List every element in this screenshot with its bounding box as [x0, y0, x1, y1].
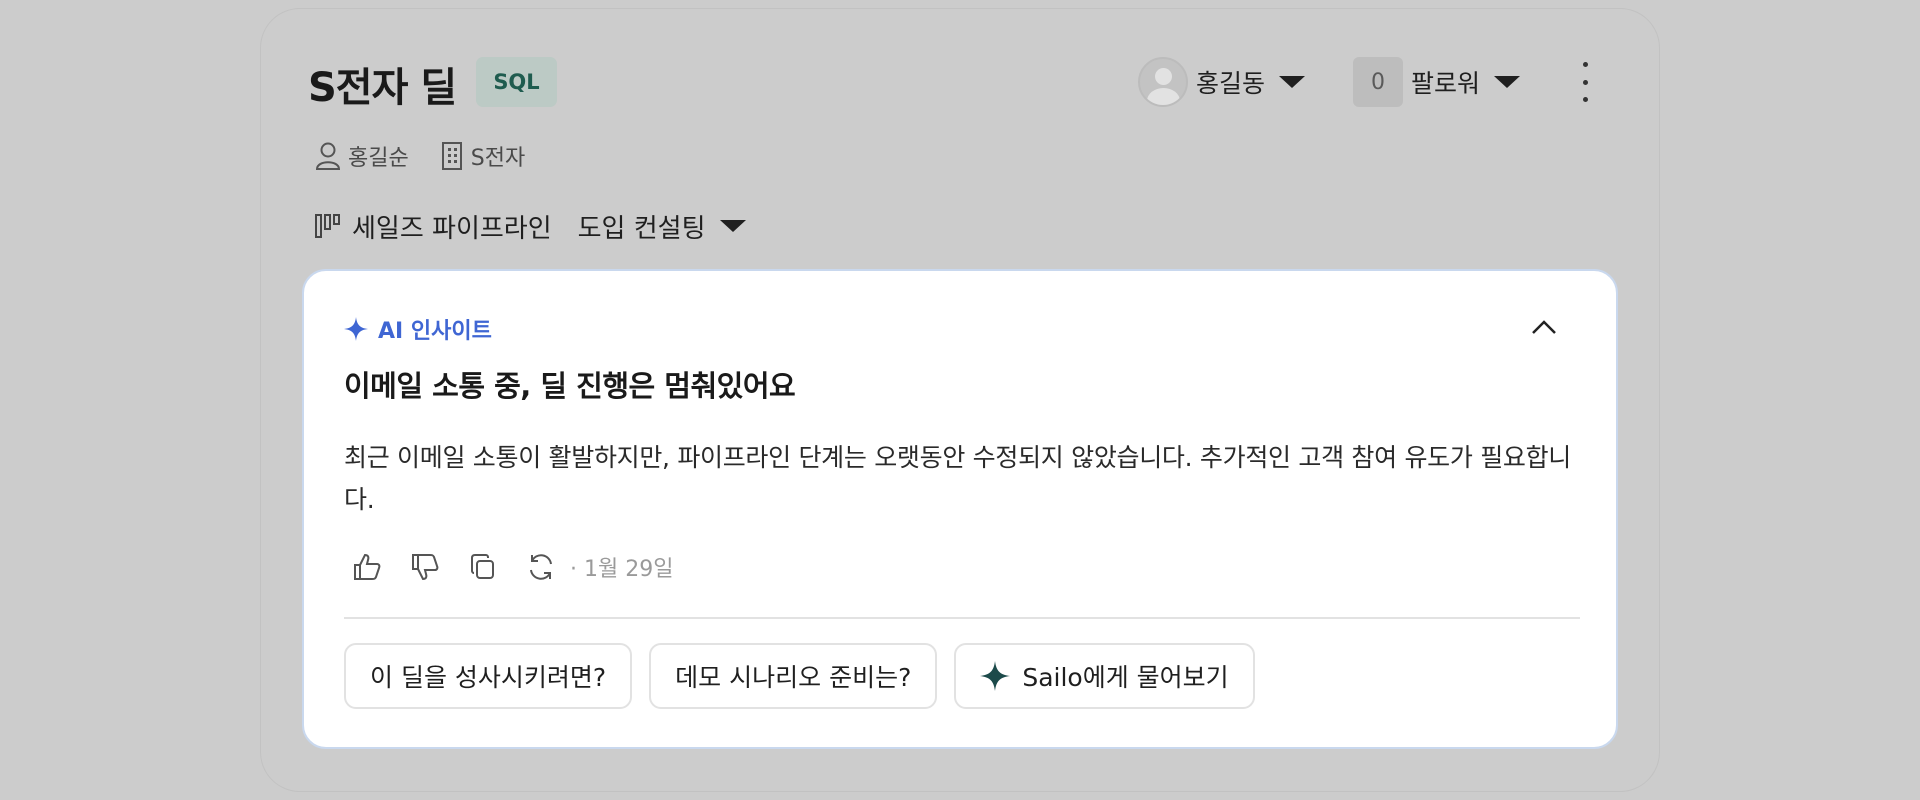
contact-name: 홍길순: [348, 146, 409, 171]
ai-insight-card: AI 인사이트 이메일 소통 중, 딜 진행은 멈춰있어요 최근 이메일 소통이…: [302, 269, 1618, 749]
chevron-down-icon: [1279, 76, 1306, 88]
suggestion-chip-demo[interactable]: 데모 시나리오 준비는?: [649, 643, 938, 709]
sparkle-icon: [344, 317, 368, 341]
followers-label: 팔로워: [1411, 69, 1481, 98]
building-icon: [441, 142, 462, 170]
stage-label: 도입 컨설팅: [577, 213, 706, 244]
avatar-icon: [1138, 57, 1188, 107]
ai-insight-label: AI 인사이트: [344, 313, 492, 345]
chevron-down-icon: [1494, 76, 1521, 88]
sparkle-icon: [980, 661, 1011, 691]
feedback-actions: · 1월 29일: [350, 547, 673, 587]
owner-name: 홍길동: [1196, 69, 1266, 98]
pipeline-name: 세일즈 파이프라인: [352, 213, 552, 244]
insight-body: 최근 이메일 소통이 활발하지만, 파이프라인 단계는 오랫동안 수정되지 않았…: [344, 443, 1572, 514]
thumbs-up-icon[interactable]: [350, 550, 384, 584]
suggestion-chip-close-deal[interactable]: 이 딜을 성사시키려면?: [344, 643, 633, 709]
person-icon: [315, 142, 341, 170]
chevron-up-icon: [1532, 320, 1556, 334]
followers-selector[interactable]: 0 팔로워: [1353, 57, 1521, 107]
insight-title: 이메일 소통 중, 딜 진행은 멈춰있어요: [344, 369, 796, 403]
suggestion-label: 데모 시나리오 준비는?: [675, 663, 912, 692]
deal-title: S전자 딜: [308, 65, 457, 111]
divider: [344, 617, 1580, 619]
ai-insight-text: AI 인사이트: [378, 319, 492, 344]
stage-dropdown[interactable]: 도입 컨설팅: [578, 208, 746, 245]
deal-meta: 홍길순 S전자: [314, 140, 525, 172]
kanban-icon: [315, 214, 340, 238]
suggestion-label: 이 딜을 성사시키려면?: [370, 663, 607, 692]
stage-badge: SQL: [476, 57, 557, 107]
collapse-button[interactable]: [1524, 307, 1564, 347]
company-name: S전자: [470, 146, 526, 171]
chevron-down-icon: [719, 220, 746, 232]
pipeline-row: 세일즈 파이프라인 도입 컨설팅: [314, 206, 746, 246]
ask-sailo-button[interactable]: Sailo에게 물어보기: [954, 643, 1255, 709]
copy-icon[interactable]: [466, 550, 500, 584]
refresh-icon[interactable]: [524, 550, 558, 584]
kebab-menu-icon[interactable]: [1574, 62, 1596, 102]
suggestion-chips: 이 딜을 성사시키려면? 데모 시나리오 준비는? Sailo에게 물어보기: [344, 643, 1255, 709]
thumbs-down-icon[interactable]: [408, 550, 442, 584]
follower-count: 0: [1353, 57, 1403, 107]
suggestion-label: Sailo에게 물어보기: [1022, 663, 1229, 692]
company-link[interactable]: S전자: [439, 140, 525, 172]
contact-link[interactable]: 홍길순: [314, 140, 409, 172]
owner-selector[interactable]: 홍길동: [1138, 56, 1306, 108]
insight-date: · 1월 29일: [570, 557, 674, 582]
